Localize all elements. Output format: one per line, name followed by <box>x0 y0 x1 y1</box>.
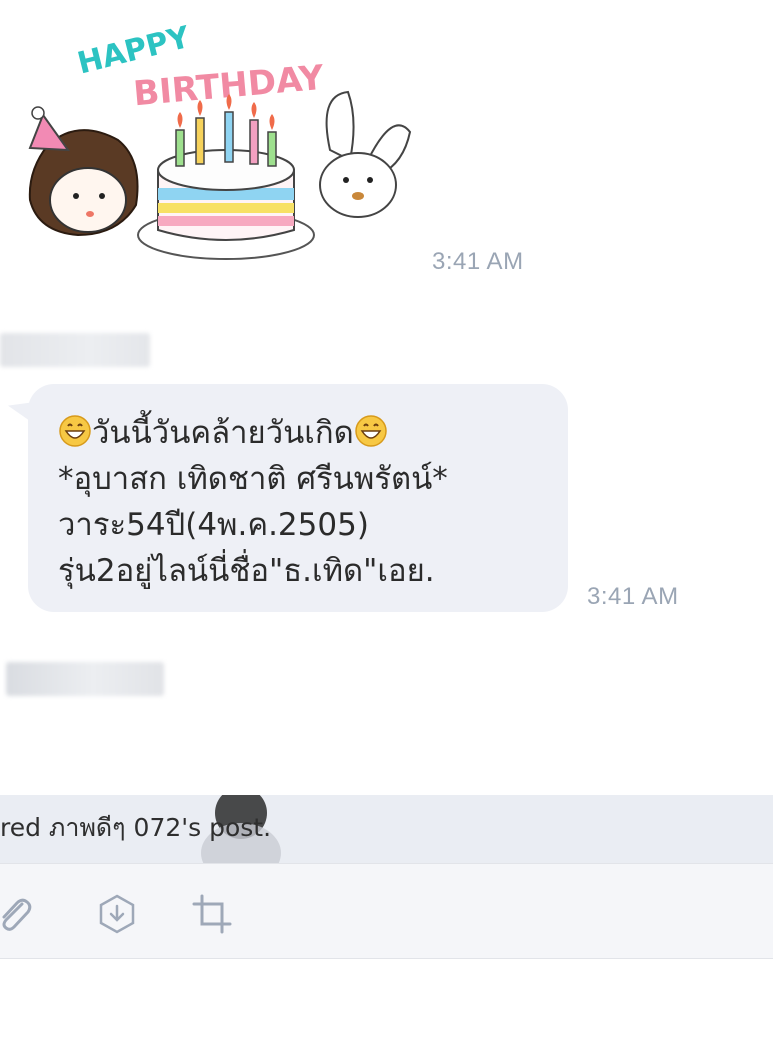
message-line-3: วาระ54ปี(4พ.ค.2505) <box>58 507 369 543</box>
shared-post-text[interactable]: red ภาพดีๆ 072's post. <box>0 808 271 848</box>
message-timestamp: 3:41 AM <box>587 583 679 610</box>
paperclip-icon <box>2 898 32 931</box>
attach-button[interactable] <box>0 892 36 936</box>
chat-area: HAPPY BIRTHDAY 3:41 AM วันนี้วันคล้ายวัน… <box>0 0 773 795</box>
sender-name-blurred-2 <box>6 662 164 696</box>
download-button[interactable] <box>95 892 139 936</box>
grinning-face-icon <box>58 414 92 448</box>
crop-button[interactable] <box>190 892 234 936</box>
sticker-timestamp: 3:41 AM <box>432 248 524 275</box>
crop-icon <box>192 894 232 934</box>
message-line-4: รุ่น2อยู่ไลน์นี่ชื่อ"ธ.เทิด"เอย. <box>58 553 435 589</box>
message-line-2: *อุบาสก เทิดชาติ ศรีนพรัตน์* <box>58 461 448 497</box>
message-line-1: วันนี้วันคล้ายวันเกิด <box>58 410 548 456</box>
birthday-sticker[interactable]: HAPPY BIRTHDAY <box>18 0 418 275</box>
message-toolbar <box>0 863 773 959</box>
download-circle-icon <box>99 894 135 934</box>
message-bubble[interactable]: วันนี้วันคล้ายวันเกิด *อุบาสก เทิดชาติ ศ… <box>28 384 568 612</box>
grinning-face-icon <box>354 414 388 448</box>
message-input-area[interactable] <box>0 959 773 1063</box>
sender-name-blurred <box>0 333 150 367</box>
